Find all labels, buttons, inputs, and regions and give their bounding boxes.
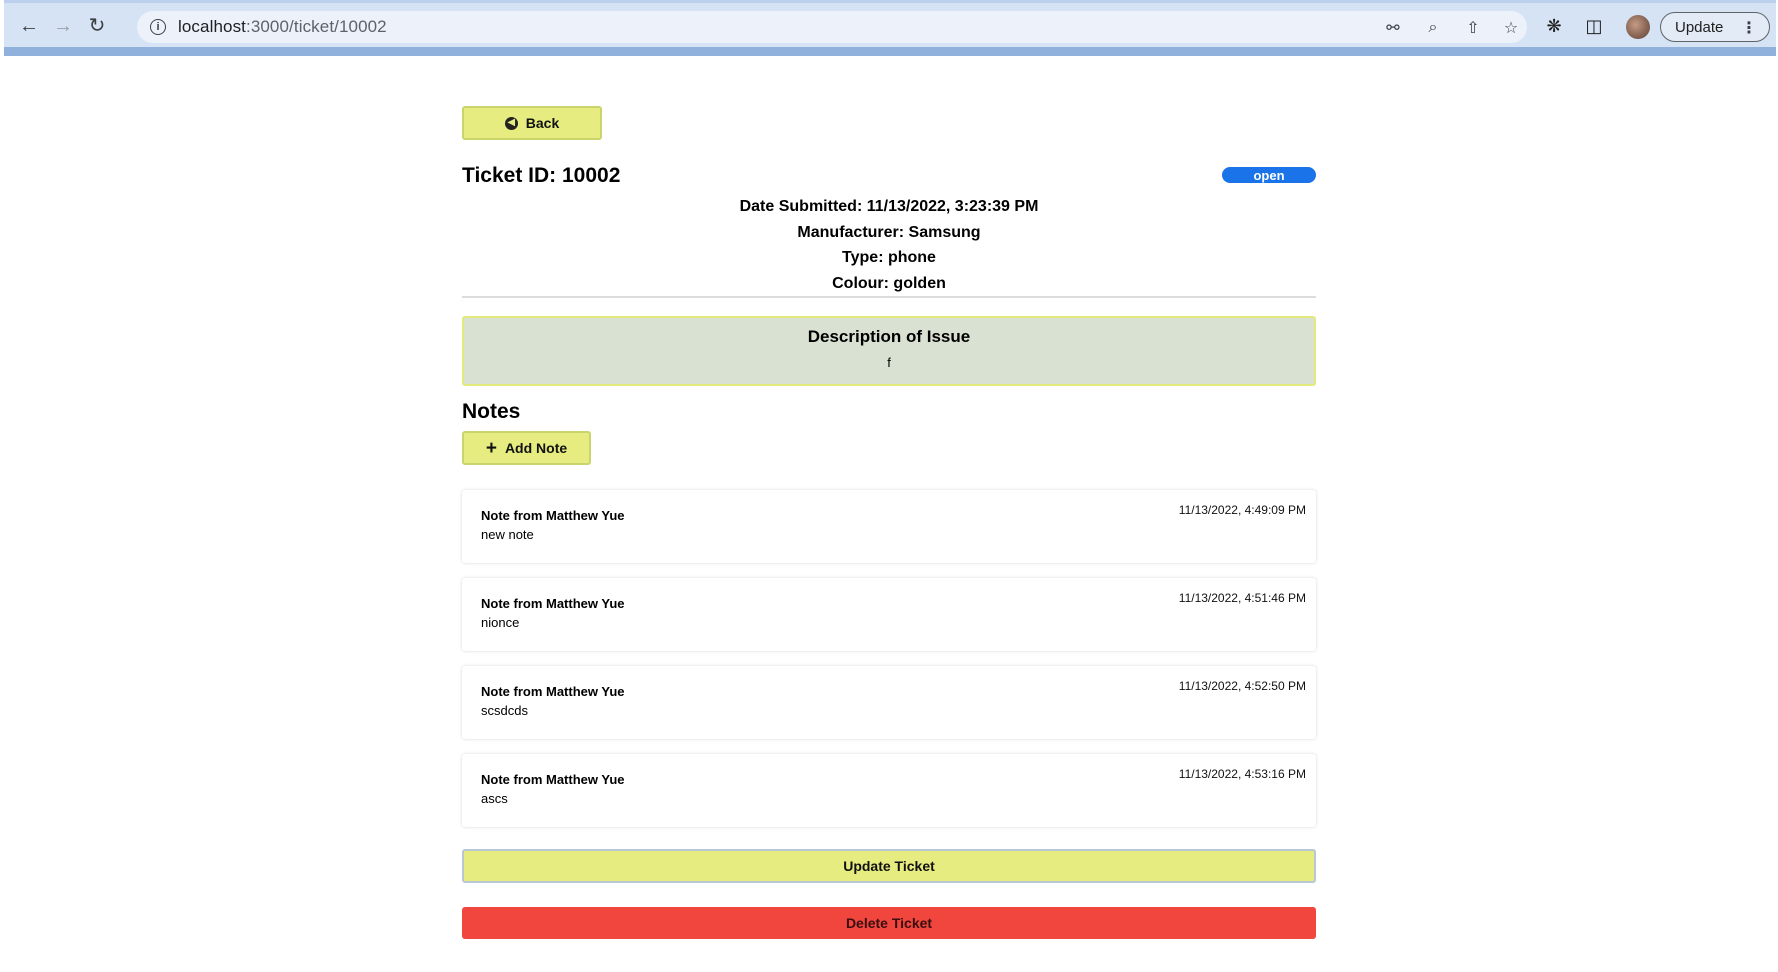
toolbar-bottom-bar xyxy=(4,47,1776,56)
notes-list: Note from Matthew Yue new note 11/13/202… xyxy=(462,490,1316,842)
plus-icon: + xyxy=(485,437,497,459)
ticket-title: Ticket ID: 10002 xyxy=(462,164,621,187)
share-icon[interactable]: ⇧ xyxy=(1463,18,1483,38)
note-item: Note from Matthew Yue scsdcds 11/13/2022… xyxy=(462,666,1316,739)
note-text: new note xyxy=(481,527,534,542)
divider xyxy=(462,296,1316,298)
kebab-menu-icon[interactable]: ⋮ xyxy=(1741,18,1757,38)
site-info-icon[interactable]: i xyxy=(150,19,166,35)
ticket-meta: Date Submitted: 11/13/2022, 3:23:39 PM M… xyxy=(462,194,1316,296)
note-author: Note from Matthew Yue xyxy=(481,508,625,523)
update-ticket-button[interactable]: Update Ticket xyxy=(462,849,1316,883)
note-timestamp: 11/13/2022, 4:51:46 PM xyxy=(1178,591,1306,605)
device-type: Type: phone xyxy=(842,249,936,266)
note-item: Note from Matthew Yue ascs 11/13/2022, 4… xyxy=(462,754,1316,827)
back-button[interactable]: ◀ Back xyxy=(462,106,602,140)
profile-avatar[interactable] xyxy=(1626,15,1650,39)
manufacturer: Manufacturer: Samsung xyxy=(797,223,981,241)
side-panel-icon[interactable]: ◫ xyxy=(1582,14,1606,38)
back-label: Back xyxy=(525,115,560,131)
note-author: Note from Matthew Yue xyxy=(481,684,625,699)
note-timestamp: 11/13/2022, 4:53:16 PM xyxy=(1178,767,1306,781)
note-item: Note from Matthew Yue new note 11/13/202… xyxy=(462,490,1316,563)
bookmark-star-icon[interactable]: ☆ xyxy=(1501,18,1521,38)
description-text: f xyxy=(887,355,891,370)
notes-heading: Notes xyxy=(462,400,521,423)
note-timestamp: 11/13/2022, 4:52:50 PM xyxy=(1178,679,1306,693)
browser-toolbar: ← → ↻ i localhost:3000/ticket/10002 ⚯ ⌕ … xyxy=(4,0,1776,56)
browser-update-button[interactable]: Update ⋮ xyxy=(1660,12,1770,42)
note-item: Note from Matthew Yue nionce 11/13/2022,… xyxy=(462,578,1316,651)
address-bar[interactable]: i localhost:3000/ticket/10002 ⚯ ⌕ ⇧ ☆ xyxy=(137,11,1527,43)
browser-update-label: Update xyxy=(1675,18,1724,36)
zoom-icon[interactable]: ⌕ xyxy=(1423,18,1443,38)
status-badge: open xyxy=(1222,167,1316,183)
device-colour: Colour: golden xyxy=(832,274,946,292)
description-heading: Description of Issue xyxy=(807,327,971,346)
note-text: nionce xyxy=(481,615,520,630)
circle-back-icon: ◀ xyxy=(504,116,518,130)
note-timestamp: 11/13/2022, 4:49:09 PM xyxy=(1178,503,1306,517)
note-text: ascs xyxy=(481,791,508,806)
add-note-button[interactable]: + Add Note xyxy=(462,431,591,465)
add-note-label: Add Note xyxy=(504,440,568,456)
note-author: Note from Matthew Yue xyxy=(481,772,625,787)
url-text[interactable]: localhost:3000/ticket/10002 xyxy=(178,17,387,37)
forward-arrow-icon[interactable]: → xyxy=(50,13,76,39)
description-box: Description of Issue f xyxy=(462,316,1316,386)
extensions-icon[interactable]: ❋ xyxy=(1542,14,1566,38)
delete-ticket-button[interactable]: Delete Ticket xyxy=(462,907,1316,939)
note-author: Note from Matthew Yue xyxy=(481,596,625,611)
date-submitted: Date Submitted: 11/13/2022, 3:23:39 PM xyxy=(739,198,1039,215)
note-text: scsdcds xyxy=(481,703,528,718)
reload-icon[interactable]: ↻ xyxy=(84,13,110,39)
key-icon[interactable]: ⚯ xyxy=(1383,18,1403,38)
back-arrow-icon[interactable]: ← xyxy=(16,13,42,39)
